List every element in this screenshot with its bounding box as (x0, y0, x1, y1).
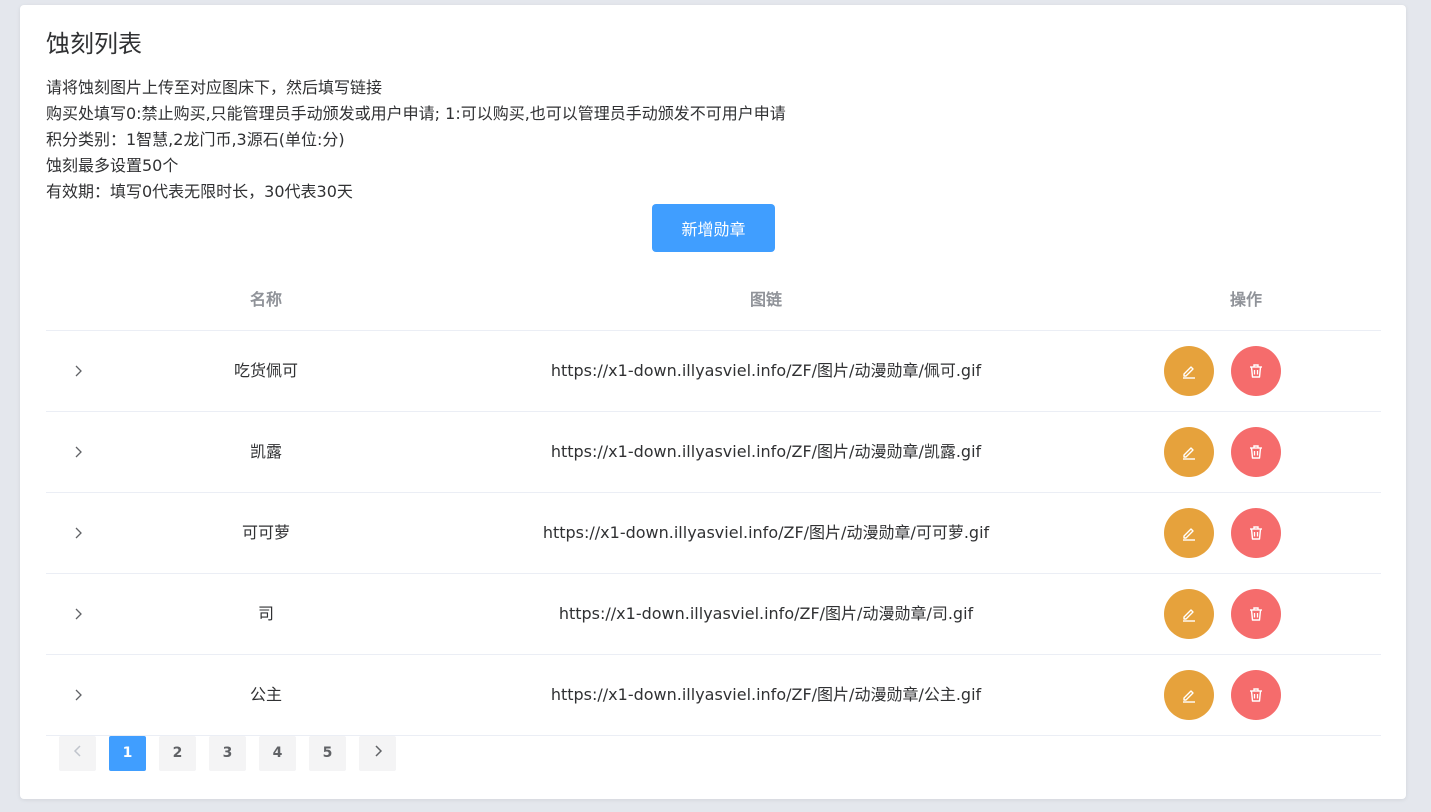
chevron-right-icon (374, 745, 382, 757)
chevron-right-icon (75, 446, 82, 458)
trash-icon (1250, 607, 1262, 621)
trash-icon (1250, 526, 1262, 540)
table-header: 名称 图链 操作 (46, 276, 1381, 331)
chevron-right-icon (75, 608, 82, 620)
delete-button[interactable] (1231, 589, 1281, 639)
edit-button[interactable] (1164, 508, 1214, 558)
row-actions (1164, 346, 1324, 396)
add-badge-button[interactable]: 新增勋章 (652, 204, 775, 252)
column-header-url: 图链 (749, 290, 782, 309)
column-header-name: 名称 (249, 290, 282, 309)
column-header-ops: 操作 (1229, 290, 1262, 309)
edit-button[interactable] (1164, 589, 1214, 639)
page-button-3[interactable]: 3 (209, 736, 246, 771)
delete-button[interactable] (1231, 508, 1281, 558)
next-page-button[interactable] (359, 736, 396, 771)
trash-icon (1250, 688, 1262, 702)
instruction-line: 请将蚀刻图片上传至对应图床下，然后填写链接 (46, 78, 383, 97)
trash-icon (1250, 445, 1262, 459)
badge-url-cell: https://x1-down.illyasviel.info/ZF/图片/动漫… (550, 361, 982, 380)
instructions: 请将蚀刻图片上传至对应图床下，然后填写链接 购买处填写0:禁止购买,只能管理员手… (46, 75, 786, 205)
badge-url-cell: https://x1-down.illyasviel.info/ZF/图片/动漫… (550, 442, 982, 461)
page-button-4[interactable]: 4 (259, 736, 296, 771)
chevron-right-icon (75, 365, 82, 377)
row-expand-button[interactable] (68, 685, 88, 705)
table-row: 司 https://x1-down.illyasviel.info/ZF/图片/动… (46, 574, 1381, 655)
badge-url-cell: https://x1-down.illyasviel.info/ZF/图片/动漫… (542, 523, 990, 542)
table-row: 可可萝 https://x1-down.illyasviel.info/ZF/图片… (46, 493, 1381, 574)
instruction-line: 积分类别：1智慧,2龙门币,3源石(单位:分) (46, 130, 345, 149)
table-row: 公主 https://x1-down.illyasviel.info/ZF/图片/… (46, 655, 1381, 736)
edit-icon (1183, 366, 1195, 379)
row-expand-button[interactable] (68, 442, 88, 462)
page-button-5[interactable]: 5 (309, 736, 346, 771)
instruction-line: 有效期：填写0代表无限时长，30代表30天 (46, 182, 353, 201)
row-actions (1164, 508, 1324, 558)
delete-button[interactable] (1231, 427, 1281, 477)
edit-icon (1183, 528, 1195, 541)
row-expand-button[interactable] (68, 604, 88, 624)
chevron-right-icon (75, 527, 82, 539)
table-row: 吃货佩可 https://x1-down.illyasviel.info/ZF/图… (46, 331, 1381, 412)
table-body: 吃货佩可 https://x1-down.illyasviel.info/ZF/图… (46, 331, 1381, 736)
badge-name-cell: 凯露 (249, 442, 282, 461)
instruction-line: 蚀刻最多设置50个 (46, 156, 179, 175)
page-button-2[interactable]: 2 (159, 736, 196, 771)
row-expand-button[interactable] (68, 361, 88, 381)
badge-name-cell: 吃货佩可 (233, 361, 298, 380)
badge-url-cell: https://x1-down.illyasviel.info/ZF/图片/动漫… (558, 604, 974, 623)
page-button-1[interactable]: 1 (109, 736, 146, 771)
delete-button[interactable] (1231, 346, 1281, 396)
row-expand-button[interactable] (68, 523, 88, 543)
table-row: 凯露 https://x1-down.illyasviel.info/ZF/图片/… (46, 412, 1381, 493)
edit-button[interactable] (1164, 427, 1214, 477)
row-actions (1164, 589, 1324, 639)
badge-url-cell: https://x1-down.illyasviel.info/ZF/图片/动漫… (550, 685, 982, 704)
prev-page-button[interactable] (59, 736, 96, 771)
badge-name-cell: 司 (257, 604, 274, 623)
chevron-left-icon (73, 745, 81, 757)
edit-icon (1183, 609, 1195, 622)
trash-icon (1250, 364, 1262, 378)
row-actions (1164, 670, 1324, 720)
page-title: 蚀刻列表 (46, 30, 142, 58)
badge-table: 名称 图链 操作 吃货佩可 https://x1-down.illyasviel.… (46, 276, 1381, 736)
delete-button[interactable] (1231, 670, 1281, 720)
row-actions (1164, 427, 1324, 477)
badge-name-cell: 可可萝 (241, 523, 290, 542)
edit-icon (1183, 447, 1195, 460)
badge-list-card: 蚀刻列表 请将蚀刻图片上传至对应图床下，然后填写链接 购买处填写0:禁止购买,只… (20, 5, 1406, 799)
edit-button[interactable] (1164, 670, 1214, 720)
badge-name-cell: 公主 (249, 685, 282, 704)
instruction-line: 购买处填写0:禁止购买,只能管理员手动颁发或用户申请; 1:可以购买,也可以管理… (46, 104, 786, 123)
edit-icon (1183, 690, 1195, 703)
chevron-right-icon (75, 689, 82, 701)
edit-button[interactable] (1164, 346, 1214, 396)
